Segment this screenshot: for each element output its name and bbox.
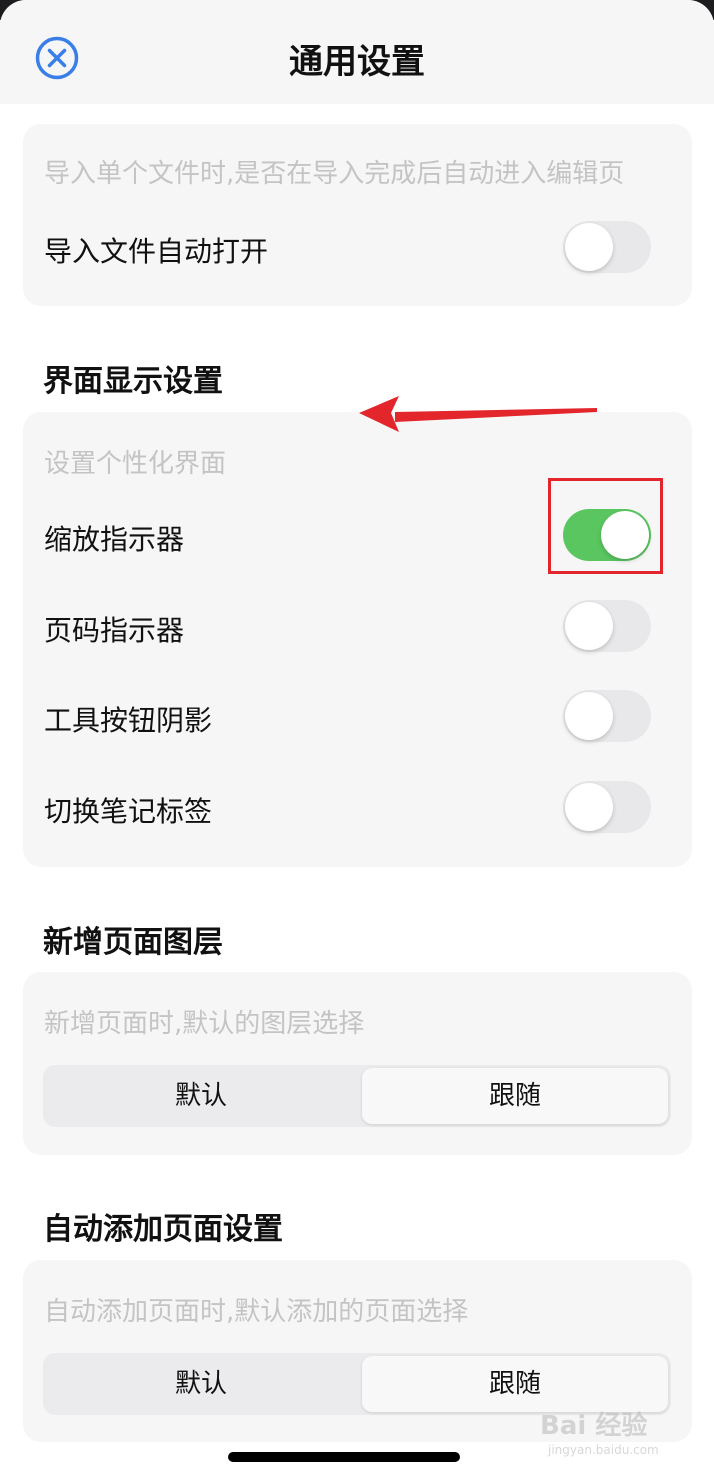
watermark-text: Bai 经验 xyxy=(540,1411,648,1441)
page-number-indicator-label: 页码指示器 xyxy=(44,614,185,647)
import-description: 导入单个文件时,是否在导入完成后自动进入编辑页 xyxy=(44,159,625,189)
display-description: 设置个性化界面 xyxy=(44,449,227,479)
segment-follow-selected[interactable]: 跟随 xyxy=(362,1068,668,1124)
page-title: 通用设置 xyxy=(289,42,425,82)
switch-note-tabs-toggle[interactable] xyxy=(563,781,651,833)
home-indicator[interactable] xyxy=(228,1452,460,1462)
segment-default[interactable]: 默认 xyxy=(43,1065,359,1127)
auto-add-page-title: 自动添加页面设置 xyxy=(43,1212,283,1247)
page-number-indicator-toggle[interactable] xyxy=(563,600,651,652)
new-page-layer-segmented-control: 默认 跟随 xyxy=(43,1065,671,1127)
baidu-watermark: Bai 经验 jingyan.baidu.com xyxy=(540,1395,690,1465)
nav-bar: 通用设置 xyxy=(0,0,714,104)
auto-add-page-description: 自动添加页面时,默认添加的页面选择 xyxy=(44,1297,469,1327)
auto-open-label: 导入文件自动打开 xyxy=(44,235,269,268)
annotation-arrow-icon xyxy=(359,396,597,432)
switch-note-tabs-label: 切换笔记标签 xyxy=(44,795,213,828)
watermark-url: jingyan.baidu.com xyxy=(548,1443,659,1457)
new-page-layer-description: 新增页面时,默认的图层选择 xyxy=(44,1009,365,1039)
toggle-knob xyxy=(565,783,613,831)
settings-sheet: 通用设置 导入单个文件时,是否在导入完成后自动进入编辑页 导入文件自动打开 界面… xyxy=(0,0,714,1474)
toggle-knob xyxy=(565,692,613,740)
display-section-title: 界面显示设置 xyxy=(43,364,223,399)
zoom-indicator-label: 缩放指示器 xyxy=(44,523,185,556)
tool-button-shadow-label: 工具按钮阴影 xyxy=(44,704,213,737)
new-page-layer-title: 新增页面图层 xyxy=(43,925,223,960)
annotation-highlight-box xyxy=(548,478,663,574)
new-page-layer-card: 新增页面时,默认的图层选择 默认 跟随 xyxy=(23,972,692,1155)
auto-open-toggle[interactable] xyxy=(563,221,651,273)
segment-default[interactable]: 默认 xyxy=(43,1353,359,1415)
tool-button-shadow-toggle[interactable] xyxy=(563,690,651,742)
toggle-knob xyxy=(565,602,613,650)
toggle-knob xyxy=(565,223,613,271)
import-settings-card: 导入单个文件时,是否在导入完成后自动进入编辑页 导入文件自动打开 xyxy=(23,124,692,306)
